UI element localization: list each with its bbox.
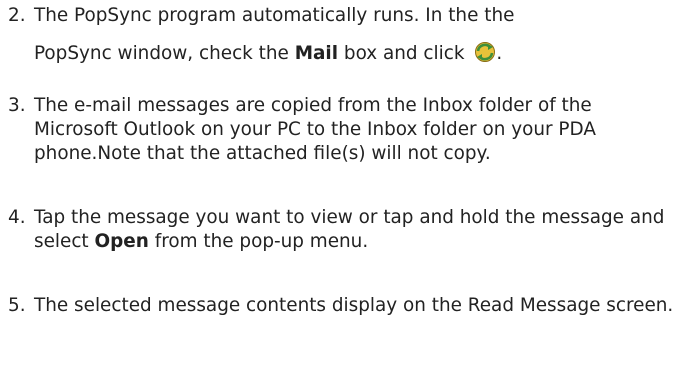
step-number: 5. — [8, 295, 26, 316]
step-number: 4. — [8, 207, 26, 228]
step-2-line-1: The PopSync program automatically runs. … — [34, 5, 515, 26]
step-4: 4. Tap the message you want to view or t… — [8, 206, 678, 254]
instructions-document: 2. The PopSync program automatically run… — [0, 0, 681, 366]
step-number: 3. — [8, 95, 26, 116]
sync-icon — [474, 41, 496, 63]
step-number: 2. — [8, 5, 26, 26]
step-text: The e-mail messages are copied from the … — [34, 95, 596, 164]
mail-keyword: Mail — [294, 43, 339, 64]
step-text: The PopSync program automatically runs. … — [34, 4, 678, 66]
step-text: The selected message contents display on… — [34, 295, 674, 316]
step-5: 5. The selected message contents display… — [8, 294, 678, 318]
step-2: 2. The PopSync program automatically run… — [8, 4, 678, 66]
step-4-text-after: from the pop-up menu. — [148, 231, 369, 252]
step-3: 3. The e-mail messages are copied from t… — [8, 94, 678, 166]
step-2-text-after: . — [496, 43, 503, 64]
step-text: Tap the message you want to view or tap … — [34, 206, 678, 254]
step-2-text-before: PopSync window, check the — [34, 43, 295, 64]
open-keyword: Open — [94, 231, 149, 252]
step-2-text-mid: box and click — [338, 43, 471, 64]
step-2-line-2: PopSync window, check the Mail box and c… — [34, 41, 678, 66]
